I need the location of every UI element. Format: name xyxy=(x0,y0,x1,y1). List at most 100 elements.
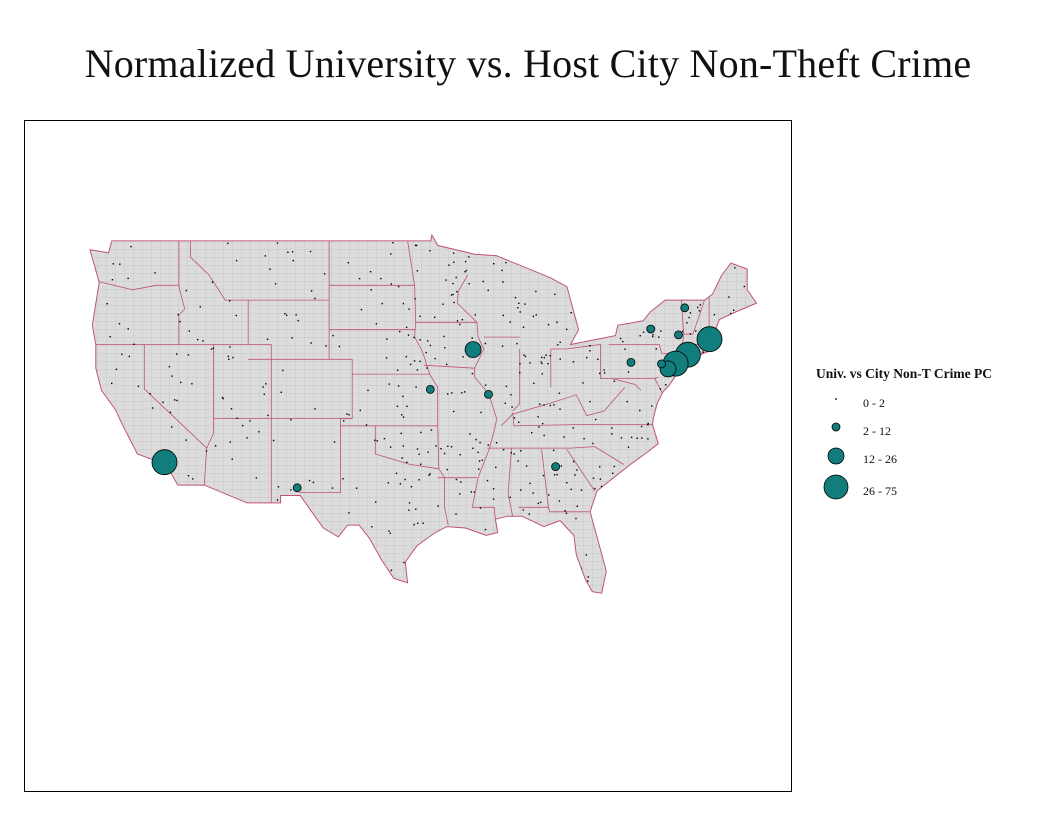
small-value-dot xyxy=(691,428,694,430)
small-value-dot xyxy=(698,310,701,312)
small-value-dot xyxy=(537,502,539,505)
small-value-dot xyxy=(559,341,561,343)
small-value-dot xyxy=(447,583,449,586)
small-value-dot xyxy=(343,420,345,422)
small-value-dot xyxy=(210,348,213,350)
small-value-dot xyxy=(735,255,738,258)
small-value-dot xyxy=(491,583,493,586)
small-value-dot xyxy=(729,457,731,459)
small-value-dot xyxy=(266,338,269,340)
small-value-dot xyxy=(679,531,682,533)
small-value-dot xyxy=(560,465,562,467)
small-value-dot xyxy=(572,361,575,363)
small-value-dot xyxy=(752,332,755,334)
small-value-dot xyxy=(255,477,258,479)
small-value-dot xyxy=(169,411,172,414)
small-value-dot xyxy=(541,362,543,365)
small-value-dot xyxy=(509,321,511,323)
small-value-dot xyxy=(582,382,584,384)
small-value-dot xyxy=(612,251,614,253)
small-value-dot xyxy=(139,475,141,477)
small-value-dot xyxy=(480,574,482,576)
small-value-dot xyxy=(558,392,561,394)
small-value-dot xyxy=(601,510,604,512)
small-value-dot xyxy=(620,272,622,274)
small-value-dot xyxy=(699,304,701,306)
small-value-dot xyxy=(247,588,249,590)
small-value-dot xyxy=(709,489,711,491)
small-value-dot xyxy=(557,266,560,268)
small-value-dot xyxy=(422,584,424,586)
small-value-dot xyxy=(613,465,615,468)
small-value-dot xyxy=(518,258,521,260)
small-value-dot xyxy=(654,418,656,421)
small-value-dot xyxy=(578,300,580,302)
small-value-dot xyxy=(375,501,377,503)
small-value-dot xyxy=(212,347,215,349)
small-value-dot xyxy=(639,335,641,337)
small-value-dot xyxy=(679,586,681,588)
small-value-dot xyxy=(637,260,640,262)
small-value-dot xyxy=(397,285,400,288)
small-value-dot xyxy=(450,446,453,448)
small-value-dot xyxy=(176,353,178,355)
small-value-dot xyxy=(308,479,311,482)
small-value-dot xyxy=(484,342,487,345)
small-value-dot xyxy=(565,262,568,264)
small-value-dot xyxy=(450,577,452,580)
small-value-dot xyxy=(297,319,299,322)
small-value-dot xyxy=(532,315,535,318)
small-value-dot xyxy=(427,340,429,342)
small-value-dot xyxy=(419,315,421,317)
small-value-dot xyxy=(583,438,585,440)
small-value-dot xyxy=(620,540,623,542)
small-value-dot xyxy=(553,474,556,476)
small-value-dot xyxy=(381,302,383,305)
small-value-dot xyxy=(660,493,662,495)
small-value-dot xyxy=(525,465,528,467)
small-value-dot xyxy=(284,313,286,315)
small-value-dot xyxy=(553,449,555,452)
small-value-dot xyxy=(697,306,699,309)
small-value-dot xyxy=(627,446,630,448)
small-value-dot xyxy=(442,303,444,305)
small-value-dot xyxy=(540,501,542,503)
small-value-dot xyxy=(587,580,589,582)
small-value-dot xyxy=(375,323,378,325)
small-value-dot xyxy=(400,432,402,435)
small-value-dot xyxy=(291,251,294,253)
small-value-dot xyxy=(359,409,361,412)
small-value-dot xyxy=(272,439,275,442)
small-value-dot xyxy=(684,290,687,292)
small-value-dot xyxy=(520,489,522,491)
small-value-dot xyxy=(666,442,668,444)
small-value-dot xyxy=(717,533,719,536)
small-value-dot xyxy=(665,384,667,386)
small-value-dot xyxy=(314,408,316,410)
small-value-dot xyxy=(522,509,524,511)
small-value-dot xyxy=(543,434,545,437)
city-symbol xyxy=(464,341,482,359)
small-value-dot xyxy=(291,337,293,339)
small-value-dot xyxy=(331,547,333,549)
small-value-dot xyxy=(190,492,192,495)
small-value-dot xyxy=(445,279,447,281)
small-value-dot xyxy=(520,450,522,452)
small-value-dot xyxy=(188,330,190,332)
small-value-dot xyxy=(399,330,401,333)
small-value-dot xyxy=(512,247,515,249)
city-symbol xyxy=(674,330,683,340)
small-value-dot xyxy=(637,488,639,491)
legend-title: Univ. vs City Non-T Crime PC xyxy=(816,366,993,381)
small-value-dot xyxy=(469,433,471,435)
small-value-dot xyxy=(659,416,662,419)
small-value-dot xyxy=(395,472,398,475)
small-value-dot xyxy=(414,298,416,300)
small-value-dot xyxy=(408,308,410,310)
small-value-dot xyxy=(325,345,327,347)
small-value-dot xyxy=(719,513,722,515)
small-value-dot xyxy=(429,344,432,347)
city-symbol xyxy=(680,303,690,313)
small-value-dot xyxy=(434,550,436,552)
small-value-dot xyxy=(611,433,613,435)
